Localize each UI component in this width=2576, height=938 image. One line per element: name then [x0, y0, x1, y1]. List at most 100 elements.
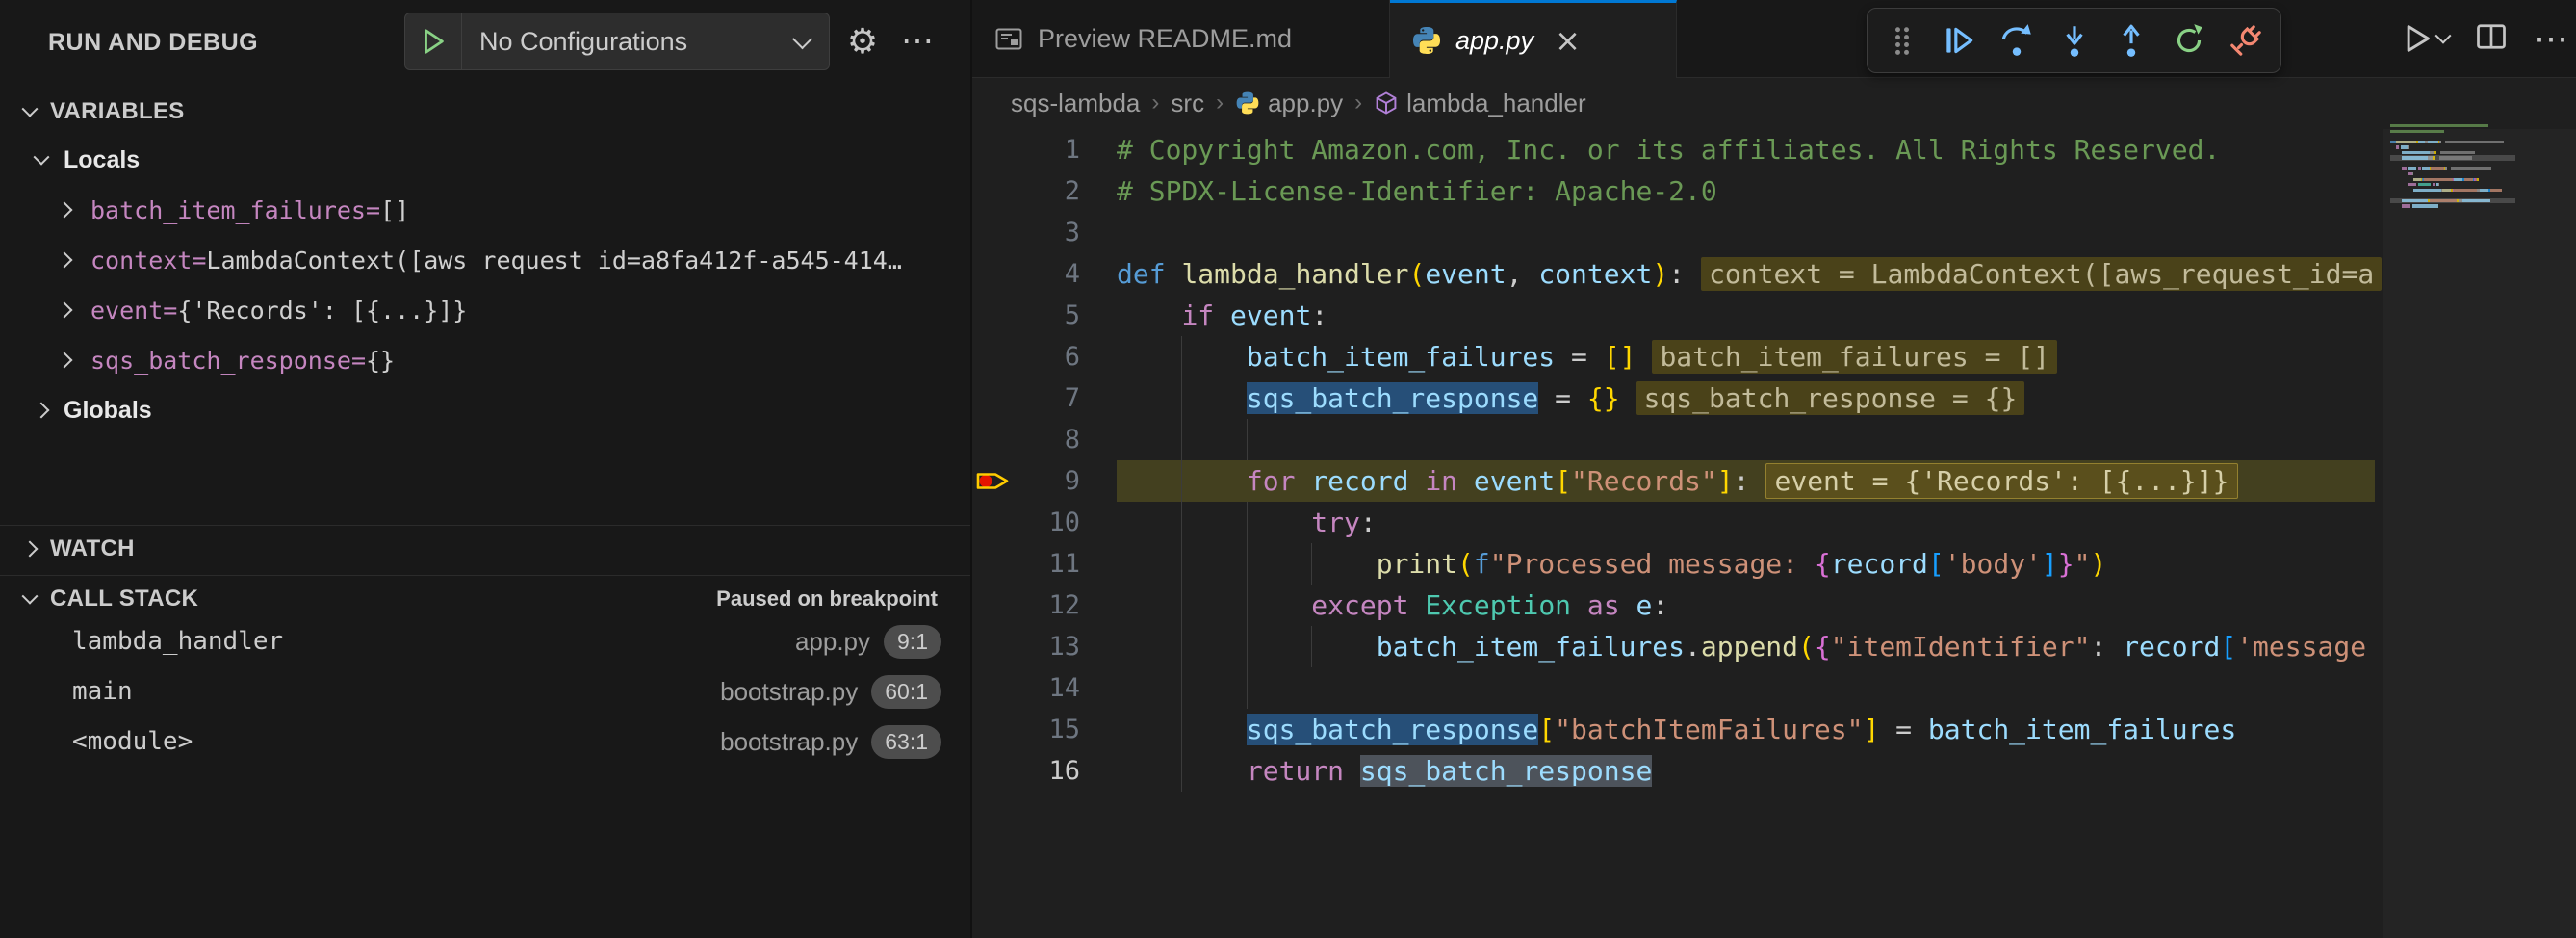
tab-bar: Preview README.md app.py ×	[972, 0, 2576, 78]
line-number[interactable]: 10	[972, 502, 1080, 543]
code-line-12[interactable]: 12 except Exception as e:	[972, 585, 2576, 626]
code-token: append	[1701, 631, 1798, 663]
code-line-6[interactable]: 6 batch_item_failures = []batch_item_fai…	[972, 336, 2576, 378]
code-line-7[interactable]: 7 sqs_batch_response = {}sqs_batch_respo…	[972, 378, 2576, 419]
code-line-11[interactable]: 11 print(f"Processed message: {record['b…	[972, 543, 2576, 585]
code-line-content	[1117, 667, 2383, 709]
line-number[interactable]: 2	[972, 170, 1080, 212]
code-token: event	[1474, 465, 1555, 497]
variable-row[interactable]: event = {'Records': [{...}]}	[0, 285, 970, 335]
code-line-4[interactable]: 4 def lambda_handler(event, context):cont…	[972, 253, 2576, 295]
variable-name: event	[90, 297, 163, 325]
line-number[interactable]: 8	[972, 419, 1080, 460]
line-number[interactable]: 1	[972, 129, 1080, 170]
code-token	[1620, 589, 1636, 621]
disconnect-button[interactable]	[2223, 17, 2269, 64]
code-token	[1117, 341, 1247, 373]
code-line-1[interactable]: 1 # Copyright Amazon.com, Inc. or its aff…	[972, 129, 2576, 170]
restart-button[interactable]	[2166, 17, 2212, 64]
gear-icon[interactable]: ⚙	[839, 13, 886, 69]
code-token	[1117, 300, 1181, 331]
code-line-3[interactable]: 3	[972, 212, 2576, 253]
code-line-content: def lambda_handler(event, context):conte…	[1117, 253, 2383, 295]
tab-preview-readme[interactable]: Preview README.md	[972, 0, 1390, 77]
code-line-15[interactable]: 15 sqs_batch_response["batchItemFailures…	[972, 709, 2576, 750]
start-debug-icon[interactable]	[405, 13, 462, 69]
split-editor-icon[interactable]	[2474, 19, 2509, 59]
configurations-dropdown[interactable]: No Configurations	[404, 13, 830, 70]
more-actions-icon[interactable]: ⋯	[893, 13, 943, 69]
code-token: )	[1652, 258, 1668, 290]
line-number[interactable]: 15	[972, 709, 1080, 750]
line-number[interactable]: 14	[972, 667, 1080, 709]
breadcrumb-item-sqs-lambda[interactable]: sqs-lambda	[1011, 89, 1140, 118]
code-line-16[interactable]: 16 return sqs_batch_response	[972, 750, 2576, 792]
chevron-down-icon	[22, 101, 39, 117]
line-number[interactable]: 12	[972, 585, 1080, 626]
scope-globals[interactable]: Globals	[0, 385, 970, 435]
code-token: if	[1181, 300, 1214, 331]
line-number[interactable]: 11	[972, 543, 1080, 585]
line-number[interactable]: 3	[972, 212, 1080, 253]
code-line-8[interactable]: 8	[972, 419, 2576, 460]
code-token: :	[1311, 300, 1327, 331]
code-token: f	[1474, 548, 1490, 580]
code-line-content: # SPDX-License-Identifier: Apache-2.0	[1117, 170, 2383, 212]
stack-frame-row[interactable]: <module>bootstrap.py63:1	[0, 717, 970, 767]
stack-frame-row[interactable]: lambda_handlerapp.py9:1	[0, 616, 970, 666]
breadcrumb-item-lambda-handler[interactable]: lambda_handler	[1374, 89, 1585, 118]
watch-section-header[interactable]: WATCH	[0, 525, 970, 572]
line-number[interactable]: 4	[972, 253, 1080, 295]
breadcrumb-item-src[interactable]: src	[1171, 89, 1204, 118]
chevron-down-icon	[792, 29, 812, 49]
code-line-5[interactable]: 5 if event:	[972, 295, 2576, 336]
line-number[interactable]: 9	[972, 460, 1080, 502]
code-token	[1571, 589, 1587, 621]
code-token	[1214, 300, 1230, 331]
close-icon[interactable]: ×	[1555, 22, 1581, 59]
step-into-button[interactable]	[2051, 17, 2098, 64]
line-number[interactable]: 5	[972, 295, 1080, 336]
variables-section-header[interactable]: VARIABLES	[0, 89, 970, 135]
variable-row[interactable]: context = LambdaContext([aws_request_id=…	[0, 235, 970, 285]
code-line-10[interactable]: 10 try:	[972, 502, 2576, 543]
code-line-content: print(f"Processed message: {record['body…	[1117, 543, 2383, 585]
code-line-14[interactable]: 14	[972, 667, 2576, 709]
continue-button[interactable]	[1936, 17, 1982, 64]
equals: =	[351, 347, 366, 375]
code-line-9[interactable]: 9 for record in event["Records"]:event =…	[972, 460, 2576, 502]
line-number[interactable]: 7	[972, 378, 1080, 419]
code-token	[1117, 382, 1247, 414]
symbol-method-icon	[1374, 91, 1399, 116]
run-python-file-button[interactable]	[2399, 21, 2449, 56]
line-number[interactable]: 13	[972, 626, 1080, 667]
line-number[interactable]: 16	[972, 750, 1080, 792]
minimap[interactable]	[2390, 123, 2576, 220]
paused-status-badge: Paused on breakpoint	[716, 586, 938, 612]
code-line-content: try:	[1117, 502, 2383, 543]
stack-frame-row[interactable]: mainbootstrap.py60:1	[0, 666, 970, 717]
breadcrumb-separator: ›	[1216, 90, 1224, 117]
tab-app-py[interactable]: app.py ×	[1390, 0, 1677, 78]
call-stack-section-header[interactable]: CALL STACK Paused on breakpoint	[0, 575, 970, 622]
run-dropdown-icon[interactable]	[2435, 28, 2452, 44]
code-token: e	[1636, 589, 1652, 621]
more-actions-icon[interactable]: ⋯	[2534, 18, 2570, 59]
code-token: )	[2091, 548, 2107, 580]
step-out-button[interactable]	[2108, 17, 2154, 64]
step-over-button[interactable]	[1994, 17, 2040, 64]
code-line-content: # Copyright Amazon.com, Inc. or its affi…	[1117, 129, 2383, 170]
variable-row[interactable]: batch_item_failures = []	[0, 185, 970, 235]
code-token	[1457, 465, 1474, 497]
frame-position-badge: 63:1	[871, 725, 941, 759]
breadcrumb-label: src	[1171, 89, 1204, 118]
breadcrumb-item-app-py[interactable]: app.py	[1235, 89, 1343, 118]
code-editor[interactable]: 1 # Copyright Amazon.com, Inc. or its aff…	[972, 129, 2576, 938]
code-token	[1117, 714, 1247, 745]
drag-handle-icon[interactable]	[1879, 17, 1925, 64]
scope-locals[interactable]: Locals	[0, 135, 970, 185]
code-line-13[interactable]: 13 batch_item_failures.append({"itemIden…	[972, 626, 2576, 667]
code-line-2[interactable]: 2 # SPDX-License-Identifier: Apache-2.0	[972, 170, 2576, 212]
variable-row[interactable]: sqs_batch_response = {}	[0, 335, 970, 385]
line-number[interactable]: 6	[972, 336, 1080, 378]
